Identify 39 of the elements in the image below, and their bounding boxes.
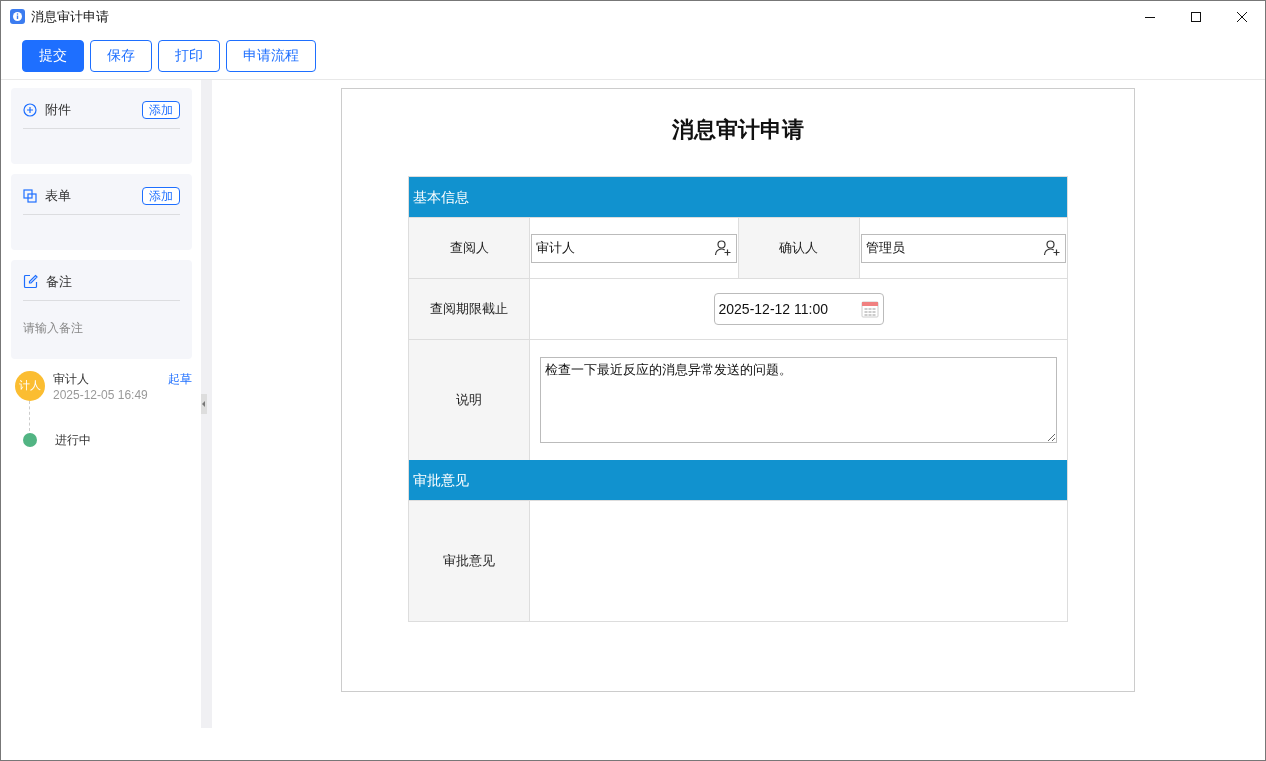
toolbar-button[interactable]: 打印 <box>158 39 220 72</box>
app-icon <box>10 9 25 24</box>
collapse-icon[interactable] <box>201 394 207 414</box>
label-cell: 说明 <box>409 340 530 460</box>
add-person-icon[interactable] <box>713 239 732 257</box>
status-link[interactable]: 起草 <box>168 370 192 387</box>
person-value: 审计人 <box>536 239 576 258</box>
add-button[interactable]: 添加 <box>142 100 180 119</box>
edit-icon <box>23 274 38 290</box>
person-field[interactable]: 审计人 <box>531 233 737 263</box>
toolbar-button[interactable]: 申请流程 <box>226 39 316 72</box>
label-cell: 查阅人 <box>409 218 530 278</box>
label-cell: 查阅期限截止 <box>409 279 530 339</box>
person-name: 审计人 <box>53 370 90 387</box>
label-cell: 审批意见 <box>409 501 530 621</box>
window-title: 消息审计申请 <box>31 7 110 26</box>
label-cell: 确认人 <box>738 218 860 278</box>
copy-icon <box>23 188 37 203</box>
panel-title: 附件 <box>45 101 72 119</box>
panel-title: 表单 <box>45 187 72 205</box>
person-value: 管理员 <box>865 239 906 258</box>
date-field[interactable]: 2025-12-12 11:00 <box>713 293 884 325</box>
plus-circle-icon <box>23 102 37 117</box>
description-field[interactable]: 检查一下最近反应的消息异常发送的问题。 <box>540 357 1057 443</box>
toolbar-button[interactable]: 保存 <box>90 39 152 72</box>
notes-field[interactable]: 请输入备注 <box>23 320 83 335</box>
add-button[interactable]: 添加 <box>142 186 180 205</box>
calendar-icon[interactable] <box>860 300 879 318</box>
add-person-icon[interactable] <box>1043 239 1061 257</box>
person-field[interactable]: 管理员 <box>860 233 1066 263</box>
form-title: 消息审计申请 <box>672 116 804 144</box>
date-value: 2025-12-12 11:00 <box>718 299 829 319</box>
status-label: 进行中 <box>55 431 91 449</box>
avatar: 计人 <box>15 370 45 401</box>
section-header: 基本信息 <box>409 177 1067 217</box>
panel-title: 备注 <box>46 273 73 291</box>
section-header: 审批意见 <box>409 460 1067 500</box>
timestamp: 2025-12-05 16:49 <box>53 386 149 403</box>
toolbar-button[interactable]: 提交 <box>22 39 84 72</box>
